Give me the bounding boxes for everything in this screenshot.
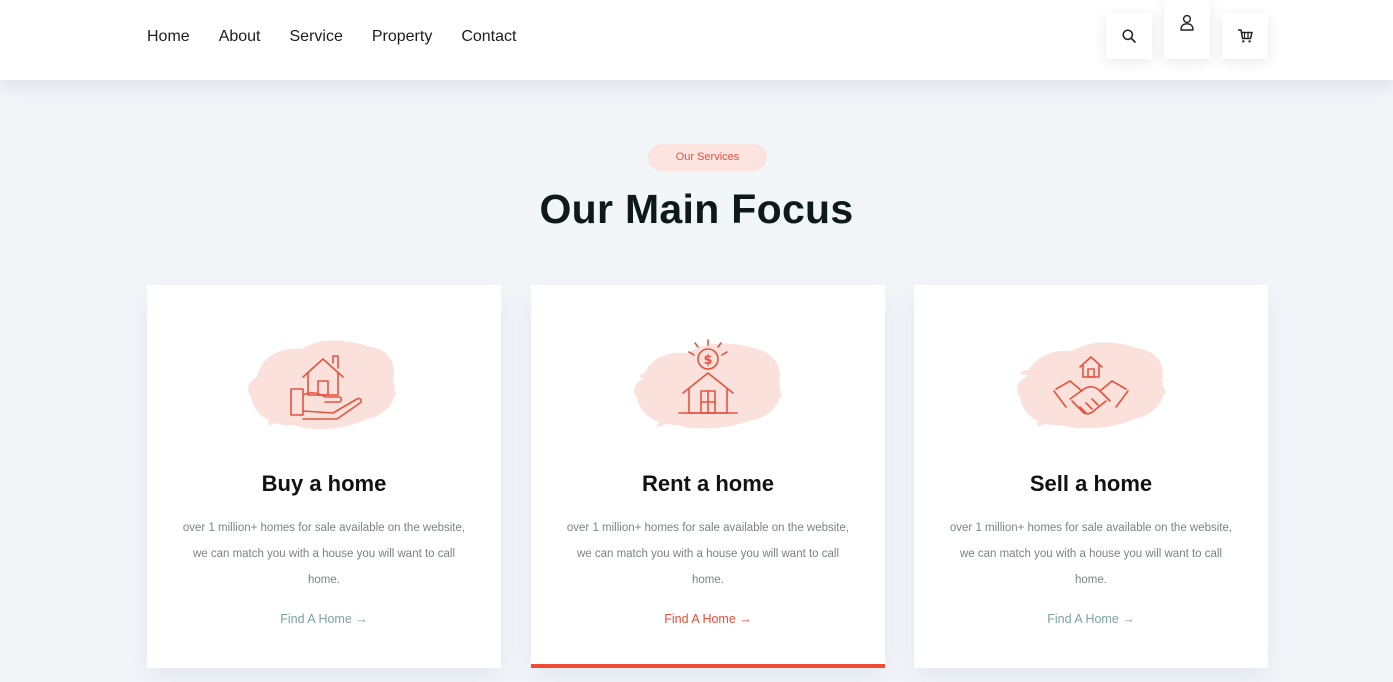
card-description: over 1 million+ homes for sale available… [182,522,466,586]
cart-button[interactable] [1222,13,1268,59]
handshake-house-icon [1017,342,1166,429]
search-button[interactable] [1106,13,1152,59]
card-description: over 1 million+ homes for sale available… [566,522,850,586]
site-header: Home About Service Property Contact [0,0,1393,80]
card-icon-container: $ [623,329,793,435]
house-in-hand-icon [248,340,396,430]
service-card-sell: Sell a home over 1 million+ homes for sa… [914,285,1268,668]
main-nav: Home About Service Property Contact [147,28,545,46]
services-section: Our Services Our Main Focus Buy a home o… [0,80,1393,682]
nav-property[interactable]: Property [372,28,432,46]
service-card-rent: $ Rent a home over 1 million+ homes for … [531,285,885,668]
account-button[interactable] [1164,0,1210,59]
nav-contact[interactable]: Contact [461,28,516,46]
svg-text:$: $ [703,353,712,368]
card-description: over 1 million+ homes for sale available… [949,522,1233,586]
card-title: Sell a home [1029,471,1153,496]
card-title: Buy a home [261,471,387,496]
section-title: Our Main Focus [539,186,854,232]
cart-icon [1237,29,1253,43]
section-badge: Our Services [648,144,767,171]
nav-service[interactable]: Service [290,28,343,46]
find-a-home-link[interactable]: Find A Home → [531,612,885,626]
user-icon [1180,14,1194,31]
nav-home[interactable]: Home [147,28,190,46]
card-title: Rent a home [641,471,775,496]
house-dollar-icon: $ [634,339,782,429]
card-icon-container [239,329,409,435]
find-a-home-link[interactable]: Find A Home → [147,612,501,626]
service-card-buy: Buy a home over 1 million+ homes for sal… [147,285,501,668]
search-icon [1122,29,1136,43]
nav-about[interactable]: About [219,28,261,46]
card-icon-container [1006,329,1176,435]
find-a-home-link[interactable]: Find A Home → [914,612,1268,626]
